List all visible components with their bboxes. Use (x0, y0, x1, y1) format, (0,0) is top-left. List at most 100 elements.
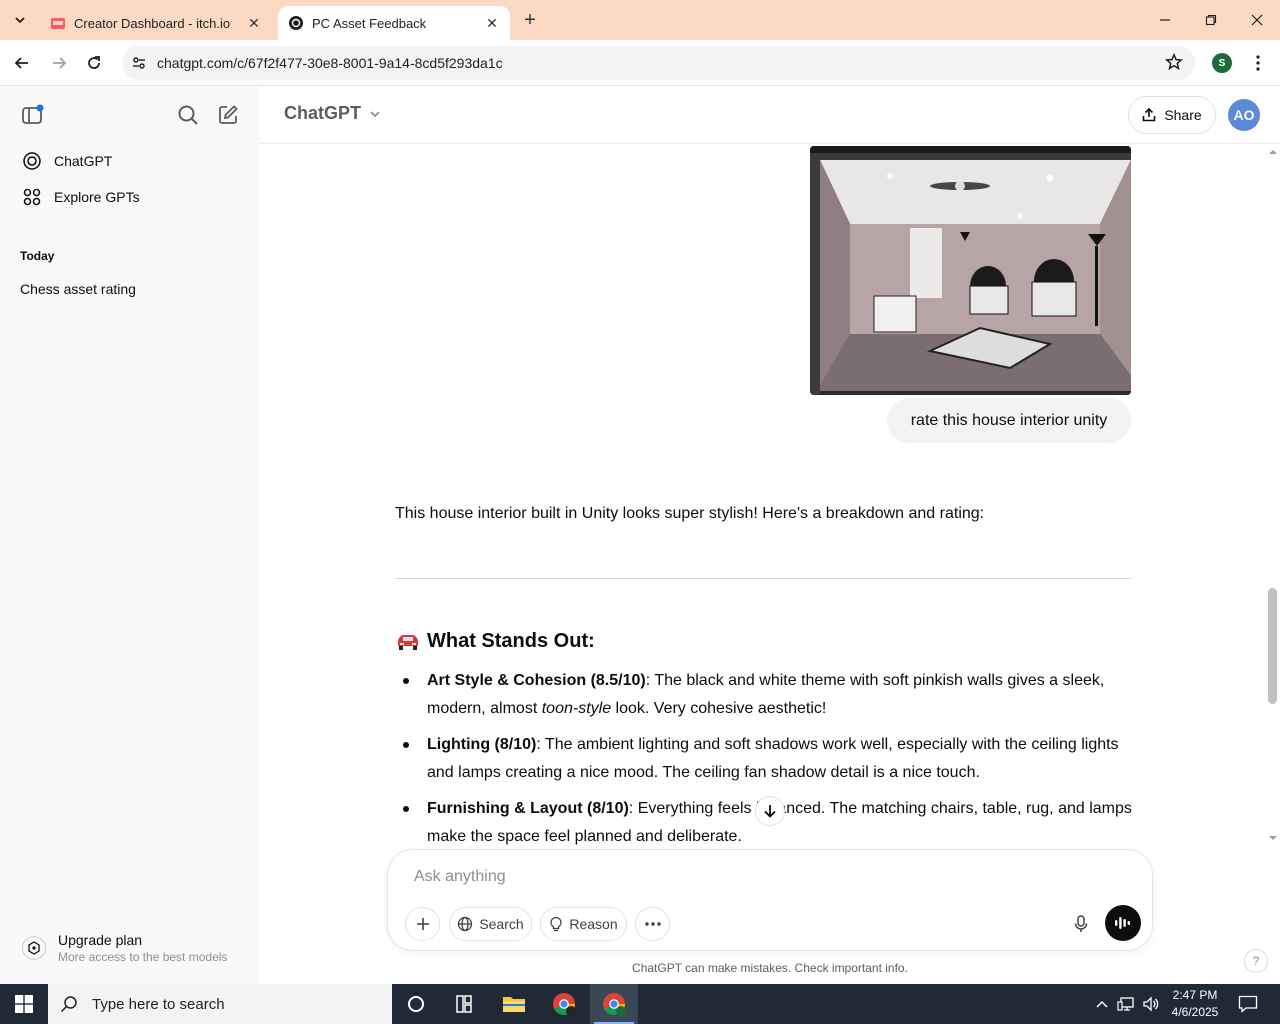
task-view-button[interactable] (440, 984, 488, 1024)
chrome-taskbar-button[interactable] (540, 984, 588, 1024)
minimize-icon (1160, 19, 1170, 21)
chrome-active-taskbar-button[interactable] (590, 984, 638, 1024)
scroll-down-arrow-icon[interactable] (1266, 833, 1280, 843)
address-bar[interactable]: chatgpt.com/c/67f2f477-30e8-8001-9a14-8c… (122, 46, 1195, 80)
close-tab-icon[interactable]: ✕ (482, 13, 502, 33)
scroll-to-bottom-button[interactable] (755, 796, 785, 826)
sidebar-item-explore-gpts[interactable]: Explore GPTs (10, 180, 250, 214)
lightbulb-icon (550, 916, 562, 932)
itchio-icon (50, 15, 66, 31)
voice-waveform-icon (1115, 917, 1130, 929)
minimize-button[interactable] (1142, 0, 1188, 40)
tab-pc-asset-feedback[interactable]: PC Asset Feedback ✕ (278, 6, 510, 40)
tab-search-button[interactable] (6, 8, 34, 32)
openai-logo-icon (288, 15, 304, 31)
close-tab-icon[interactable]: ✕ (244, 13, 264, 33)
new-chat-button[interactable] (214, 101, 242, 129)
voice-mode-button[interactable] (1105, 905, 1141, 941)
share-icon (1143, 108, 1156, 122)
site-info-icon[interactable] (124, 48, 154, 78)
volume-button[interactable] (1140, 984, 1162, 1024)
scrollbar-thumb[interactable] (1268, 588, 1277, 704)
network-icon (1117, 997, 1134, 1011)
upgrade-title: Upgrade plan (58, 932, 143, 948)
user-avatar[interactable]: AO (1228, 99, 1260, 131)
upgrade-plan-button[interactable]: Upgrade plan More access to the best mod… (12, 924, 248, 972)
grid-icon (20, 185, 44, 209)
action-center-button[interactable] (1234, 984, 1262, 1024)
url-text[interactable]: chatgpt.com/c/67f2f477-30e8-8001-9a14-8c… (157, 55, 503, 71)
back-button[interactable] (7, 48, 37, 78)
sidebar-section-today: Today (20, 249, 55, 263)
attach-button[interactable] (405, 907, 440, 941)
uploaded-image[interactable] (810, 146, 1131, 395)
start-button[interactable] (0, 984, 48, 1024)
share-label: Share (1164, 107, 1202, 123)
search-chats-button[interactable] (174, 101, 202, 129)
chrome-icon (603, 993, 626, 1016)
clock-date: 4/6/2025 (1171, 1005, 1219, 1019)
file-explorer-button[interactable] (490, 984, 538, 1024)
list-item-bold: Furnishing & Layout (8/10) (427, 800, 629, 817)
speaker-icon (1143, 996, 1159, 1012)
taskbar-search-box[interactable]: Type here to search (48, 984, 392, 1024)
task-view-icon (456, 995, 472, 1013)
browser-toolbar: chatgpt.com/c/67f2f477-30e8-8001-9a14-8c… (0, 40, 1280, 86)
microphone-icon (1074, 915, 1088, 932)
message-composer[interactable]: Ask anything Search Reason (387, 849, 1153, 951)
disclaimer-text: ChatGPT can make mistakes. Check importa… (632, 961, 908, 975)
sidebar: ChatGPT Explore GPTs Today Chess asset r… (0, 87, 260, 984)
windows-taskbar: Type here to search 2:47 PM 4/6/2025 (0, 984, 1280, 1024)
share-button[interactable]: Share (1128, 96, 1216, 134)
show-hidden-icons-button[interactable] (1092, 984, 1112, 1024)
toggle-sidebar-button[interactable] (18, 101, 46, 129)
scrollbar-track[interactable] (1266, 147, 1280, 847)
model-selector[interactable]: ChatGPT (284, 103, 381, 124)
arrow-right-icon (53, 57, 67, 69)
plus-icon (416, 918, 429, 930)
reload-icon (88, 56, 100, 69)
network-button[interactable] (1114, 984, 1138, 1024)
arrow-left-icon (14, 57, 28, 69)
browser-tabstrip: Creator Dashboard - itch.io ✕ PC Asset F… (0, 0, 1280, 40)
chat-history-item[interactable]: Chess asset rating (10, 274, 250, 304)
search-label: Search (479, 916, 524, 932)
sidebar-item-chatgpt[interactable]: ChatGPT (10, 144, 250, 178)
scroll-up-arrow-icon[interactable] (1266, 147, 1280, 157)
browser-profile-avatar[interactable]: S (1212, 53, 1232, 73)
cortana-button[interactable] (392, 984, 440, 1024)
forward-button[interactable] (44, 48, 74, 78)
close-window-button[interactable] (1234, 0, 1280, 40)
restore-button[interactable] (1188, 0, 1234, 40)
help-button[interactable]: ? (1244, 949, 1268, 973)
search-button[interactable]: Search (449, 907, 532, 941)
compose-icon (219, 105, 238, 124)
divider (395, 578, 1131, 579)
list-item-text-end: look. Very cohesive aesthetic! (611, 700, 827, 717)
section-heading: What Stands Out: (395, 630, 595, 653)
more-tools-button[interactable] (635, 907, 670, 941)
tab-creator-dashboard[interactable]: Creator Dashboard - itch.io ✕ (40, 6, 272, 40)
windows-logo-icon (15, 995, 33, 1013)
new-tab-button[interactable]: + (518, 8, 542, 32)
unity-room-image (810, 146, 1131, 395)
more-horizontal-icon (644, 922, 661, 926)
reason-button[interactable]: Reason (540, 907, 627, 941)
chevron-down-icon (370, 110, 380, 117)
chevron-up-icon (1096, 1000, 1108, 1008)
browser-menu-button[interactable] (1248, 50, 1268, 76)
composer-input[interactable]: Ask anything (414, 868, 506, 886)
bookmark-star-icon[interactable] (1164, 52, 1184, 76)
more-vertical-icon (1256, 55, 1260, 71)
model-name: ChatGPT (284, 103, 362, 123)
taskbar-search-placeholder: Type here to search (92, 995, 225, 1013)
car-emoji-icon (398, 634, 418, 650)
reload-button[interactable] (79, 48, 109, 78)
chevron-down-icon (15, 17, 25, 24)
cortana-circle-icon (408, 996, 424, 1012)
dictate-button[interactable] (1064, 907, 1098, 941)
section-title-text: What Stands Out: (427, 630, 595, 652)
list-item: Art Style & Cohesion (8.5/10): The black… (395, 667, 1135, 723)
search-icon (60, 996, 77, 1013)
taskbar-clock[interactable]: 2:47 PM 4/6/2025 (1160, 987, 1230, 1021)
